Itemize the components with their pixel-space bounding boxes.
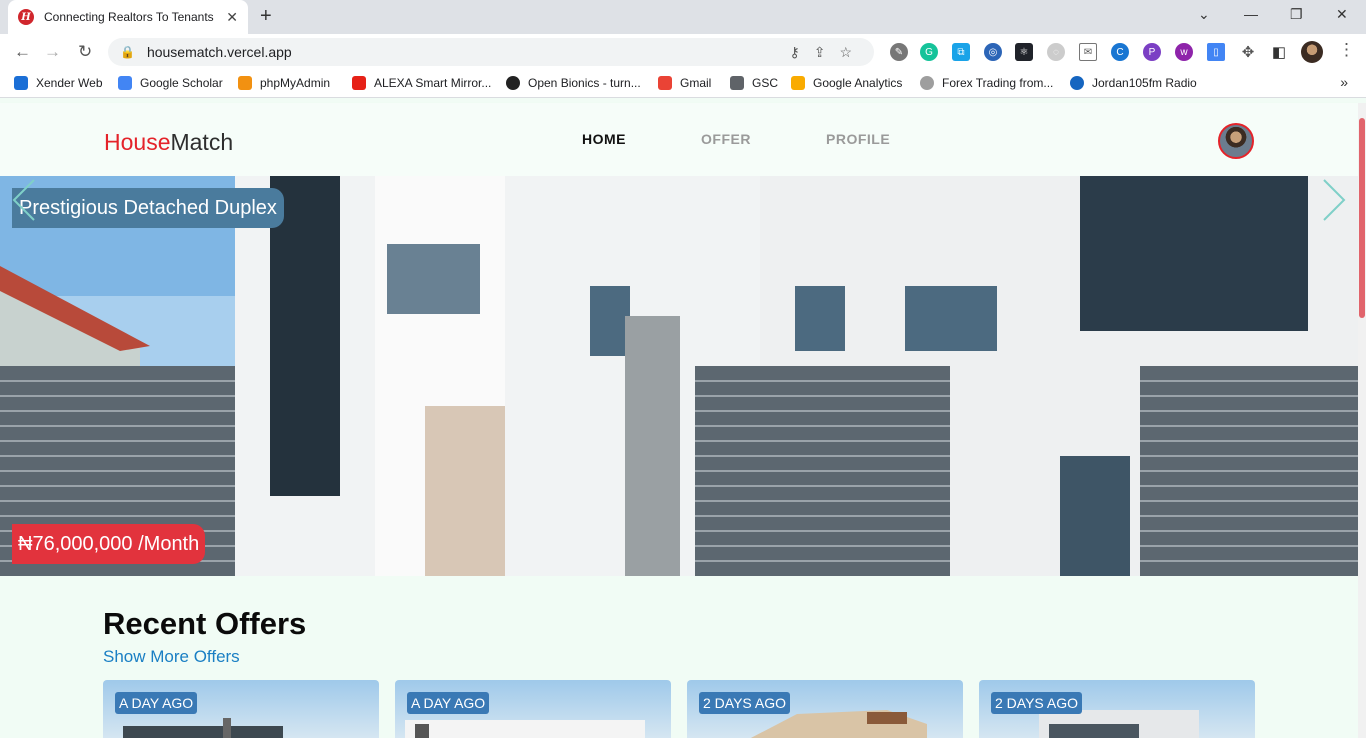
extension-icon[interactable]: ▯ xyxy=(1207,43,1225,61)
extension-icon[interactable]: w xyxy=(1175,43,1193,61)
site-favicon-icon: H xyxy=(18,9,34,25)
url-text: housematch.vercel.app xyxy=(146,44,292,60)
window-close-icon[interactable]: ✕ xyxy=(1336,6,1348,23)
mail-icon[interactable]: ✉ xyxy=(1079,43,1097,61)
omnibox-actions: ⚷⇪☆ xyxy=(789,44,866,61)
address-bar[interactable]: 🔒 housematch.vercel.app ⚷⇪☆ xyxy=(108,38,874,66)
back-icon[interactable]: ← xyxy=(14,42,31,62)
extension-icon[interactable]: ◌ xyxy=(1047,43,1065,61)
bookmark-item[interactable]: phpMyAdmin xyxy=(238,76,330,90)
site-navbar: HouseMatch HOME OFFER PROFILE xyxy=(0,103,1358,176)
bookmark-item[interactable]: Forex Trading from... xyxy=(920,76,1053,90)
offer-card[interactable]: A DAY AGO xyxy=(395,680,671,738)
offer-card[interactable]: A DAY AGO xyxy=(103,680,379,738)
profile-avatar-icon[interactable] xyxy=(1301,41,1323,63)
hero-image xyxy=(0,176,1358,576)
user-avatar[interactable] xyxy=(1218,123,1254,159)
bookmark-item[interactable]: ALEXA Smart Mirror... xyxy=(352,76,491,90)
page-scrollbar[interactable] xyxy=(1358,103,1366,738)
browser-tabbar: H Connecting Realtors To Tenants - ✕ + ⌄… xyxy=(0,0,1366,34)
bookmark-item[interactable]: Gmail xyxy=(658,76,711,90)
tab-title: Connecting Realtors To Tenants - xyxy=(44,10,216,24)
extensions-puzzle-icon[interactable]: ✥ xyxy=(1239,43,1257,61)
extension-dev-icon[interactable]: ✎ xyxy=(890,43,908,61)
forward-icon[interactable]: → xyxy=(44,42,61,62)
open-bionics-icon xyxy=(506,76,520,90)
bookmarks-bar: Xender Web Google Scholar phpMyAdmin ALE… xyxy=(0,70,1366,98)
bookmark-star-icon[interactable]: ☆ xyxy=(839,44,866,60)
nav-profile[interactable]: PROFILE xyxy=(826,131,890,147)
offer-age-badge: 2 DAYS AGO xyxy=(991,692,1082,714)
bookmark-item[interactable]: Open Bionics - turn... xyxy=(506,76,641,90)
extension-icon[interactable]: ◎ xyxy=(984,43,1002,61)
radio-icon xyxy=(1070,76,1084,90)
menu-kebab-icon[interactable]: ⋮ xyxy=(1338,40,1355,60)
bookmark-item[interactable]: Google Scholar xyxy=(118,76,223,90)
nav-offer[interactable]: OFFER xyxy=(701,131,751,147)
browser-toolbar: ← → ↻ 🔒 housematch.vercel.app ⚷⇪☆ ✎ G ⧉ … xyxy=(0,34,1366,70)
offer-card[interactable]: 2 DAYS AGO xyxy=(687,680,963,738)
bookmark-item[interactable]: Jordan105fm Radio xyxy=(1070,76,1197,90)
bookmarks-overflow-icon[interactable]: » xyxy=(1340,74,1348,90)
close-tab-icon[interactable]: ✕ xyxy=(226,9,238,26)
youtube-icon xyxy=(352,76,366,90)
site-logo[interactable]: HouseMatch xyxy=(104,129,233,156)
google-scholar-icon xyxy=(118,76,132,90)
tab-search-icon[interactable]: ⌄ xyxy=(1198,6,1210,23)
extension-icon[interactable]: ⧉ xyxy=(952,43,970,61)
hero-price-tag: ₦76,000,000 /Month xyxy=(12,524,206,564)
gsc-icon xyxy=(730,76,744,90)
page-content: HouseMatch HOME OFFER PROFILE Prestigiou… xyxy=(0,103,1366,738)
xender-icon xyxy=(14,76,28,90)
bookmark-item[interactable]: Google Analytics xyxy=(791,76,902,90)
next-slide-arrow-icon[interactable] xyxy=(1318,176,1348,224)
lock-icon: 🔒 xyxy=(120,45,135,59)
share-icon[interactable]: ⇪ xyxy=(814,44,840,60)
offer-age-badge: A DAY AGO xyxy=(407,692,490,714)
side-panel-icon[interactable]: ◧ xyxy=(1270,43,1288,61)
forex-icon xyxy=(920,76,934,90)
extension-icon[interactable]: C xyxy=(1111,43,1129,61)
extension-icon[interactable]: P xyxy=(1143,43,1161,61)
grammarly-icon[interactable]: G xyxy=(920,43,938,61)
prev-slide-arrow-icon[interactable] xyxy=(10,176,40,224)
new-tab-icon[interactable]: + xyxy=(260,5,272,28)
gmail-icon xyxy=(658,76,672,90)
offer-card[interactable]: 2 DAYS AGO xyxy=(979,680,1255,738)
show-more-offers-link[interactable]: Show More Offers xyxy=(103,647,240,667)
offer-age-badge: A DAY AGO xyxy=(115,692,198,714)
offer-age-badge: 2 DAYS AGO xyxy=(699,692,790,714)
recent-offers-heading: Recent Offers xyxy=(103,606,307,641)
hero-title-tag: Prestigious Detached Duplex xyxy=(12,188,284,228)
scrollbar-thumb[interactable] xyxy=(1359,118,1365,318)
phpmyadmin-icon xyxy=(238,76,252,90)
bookmark-item[interactable]: Xender Web xyxy=(14,76,103,90)
browser-tab[interactable]: H Connecting Realtors To Tenants - ✕ xyxy=(8,0,248,34)
key-icon[interactable]: ⚷ xyxy=(789,44,813,60)
hero-slider: Prestigious Detached Duplex ₦76,000,000 … xyxy=(0,176,1358,576)
bookmark-item[interactable]: GSC xyxy=(730,76,778,90)
minimize-icon[interactable]: — xyxy=(1244,6,1258,22)
nav-home[interactable]: HOME xyxy=(582,131,626,147)
google-analytics-icon xyxy=(791,76,805,90)
restore-icon[interactable]: ❐ xyxy=(1290,6,1303,23)
reload-icon[interactable]: ↻ xyxy=(78,42,92,62)
react-devtools-icon[interactable]: ⚛ xyxy=(1015,43,1033,61)
